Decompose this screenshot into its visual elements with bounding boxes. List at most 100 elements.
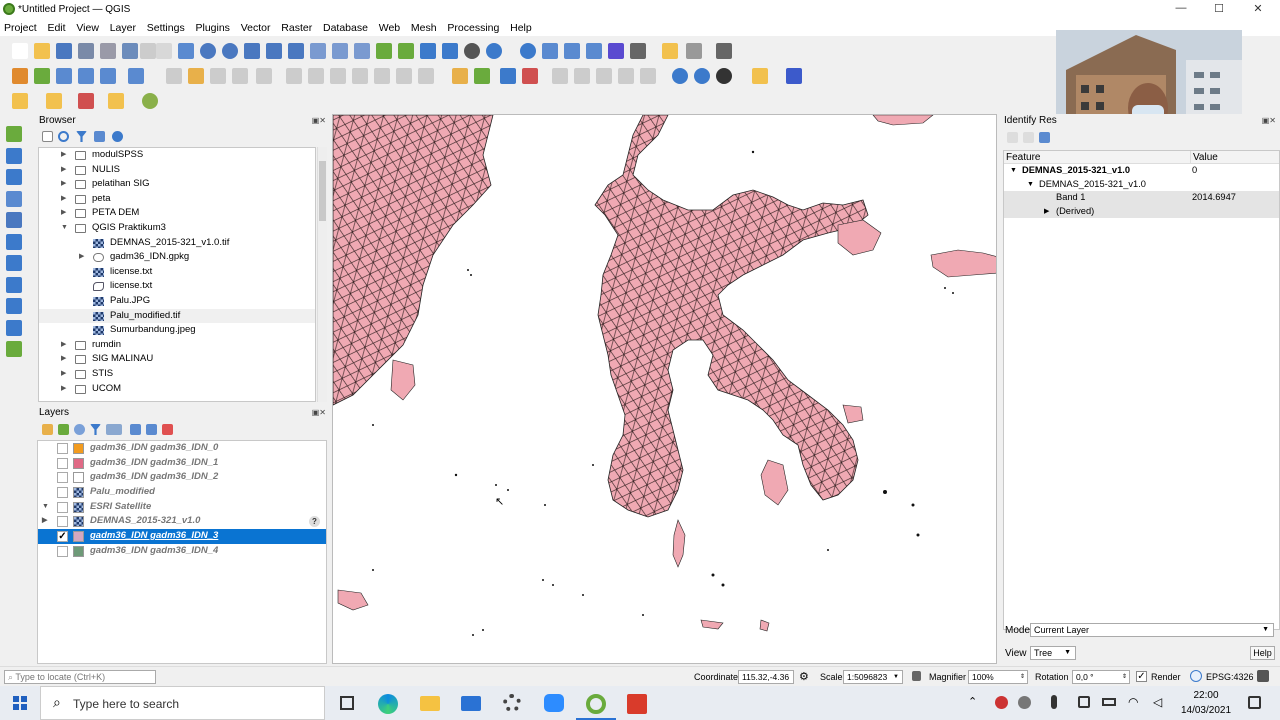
browser-item[interactable]: ▶ rumdin xyxy=(39,338,315,353)
layer-visibility-checkbox[interactable] xyxy=(57,487,68,499)
zoom-full-icon[interactable] xyxy=(244,43,260,59)
menu-settings[interactable]: Settings xyxy=(143,20,189,36)
menu-mesh[interactable]: Mesh xyxy=(407,20,441,36)
cut-features-icon[interactable] xyxy=(308,68,324,84)
annotation-icon[interactable] xyxy=(662,43,678,59)
layer-row[interactable]: Palu_modified xyxy=(38,485,326,500)
chevron-right-icon[interactable]: ▶ xyxy=(61,367,69,382)
windows-start-icon[interactable] xyxy=(13,696,27,710)
chevron-right-icon[interactable]: ▶ xyxy=(1044,205,1049,219)
zoom-in-icon[interactable] xyxy=(200,43,216,59)
add-wfs-layer-icon[interactable] xyxy=(6,319,22,336)
identify-panel-float-close-icons[interactable]: ▣✕ xyxy=(1262,116,1276,125)
redo-icon[interactable] xyxy=(396,68,412,84)
browser-item[interactable]: ▶ PETA DEM xyxy=(39,206,315,221)
browser-item[interactable]: ▼ QGIS Praktikum3 xyxy=(39,221,315,236)
crs-button[interactable]: EPSG:4326 xyxy=(1206,672,1254,682)
new-geopackage-icon[interactable] xyxy=(34,68,50,84)
collapse-tree-icon[interactable] xyxy=(1023,132,1034,143)
zoom-out-icon[interactable] xyxy=(222,43,238,59)
stepper-arrows-icon[interactable]: ⇕ xyxy=(1020,671,1025,683)
change-label-icon[interactable] xyxy=(596,68,612,84)
quickmapservices-icon[interactable] xyxy=(142,93,158,109)
layer-symbol-swatch[interactable] xyxy=(73,531,84,543)
wifi-icon[interactable]: ◠ xyxy=(1128,695,1138,709)
magnifier-stepper[interactable]: 100% ⇕ xyxy=(968,670,1028,684)
battery-icon[interactable] xyxy=(1102,698,1116,706)
save-edits-icon[interactable] xyxy=(210,68,226,84)
pan-to-selection-icon[interactable] xyxy=(178,43,194,59)
attribute-table-icon[interactable] xyxy=(542,43,558,59)
browser-item[interactable]: license.txt xyxy=(39,279,315,294)
help-contents-icon[interactable] xyxy=(786,68,802,84)
identify-row[interactable]: Band 1 2014.6947 xyxy=(1004,191,1279,205)
data-source-manager-icon[interactable] xyxy=(12,68,28,84)
add-wms-layer-icon[interactable] xyxy=(6,255,22,271)
browser-item[interactable]: ▶ NULIS xyxy=(39,163,315,178)
undo-icon[interactable] xyxy=(374,68,390,84)
layer-visibility-checkbox[interactable] xyxy=(57,501,68,513)
new-temporary-layer-icon[interactable] xyxy=(6,341,22,357)
layer-visibility-checkbox[interactable] xyxy=(57,443,68,454)
select-by-expression-icon[interactable] xyxy=(108,93,124,109)
value-column-header[interactable]: Value xyxy=(1190,151,1218,164)
pdf-reader-icon[interactable] xyxy=(627,694,647,714)
expand-new-icon[interactable] xyxy=(1039,132,1050,143)
feature-column-header[interactable]: Feature xyxy=(1006,151,1040,164)
usb-icon[interactable] xyxy=(1051,695,1057,709)
metasearch-icon[interactable] xyxy=(672,68,688,84)
python-console-icon[interactable] xyxy=(752,68,768,84)
menu-edit[interactable]: Edit xyxy=(43,20,69,36)
chevron-right-icon[interactable]: ▶ xyxy=(61,382,69,397)
chevron-right-icon[interactable]: ▶ xyxy=(61,177,69,192)
vertex-tool-icon[interactable] xyxy=(256,68,272,84)
add-delimited-text-icon[interactable] xyxy=(128,68,144,84)
tray-app-icon[interactable] xyxy=(1018,696,1031,709)
rotate-label-icon[interactable] xyxy=(574,68,590,84)
current-edits-icon[interactable] xyxy=(188,68,204,84)
add-vector-layer-icon[interactable] xyxy=(6,126,22,142)
clock-date[interactable]: 14/03/2021 xyxy=(1178,705,1234,716)
close-button[interactable]: ✕ xyxy=(1243,2,1273,18)
menu-layer[interactable]: Layer xyxy=(106,20,140,36)
refresh-icon[interactable] xyxy=(58,131,69,142)
menu-view[interactable]: View xyxy=(72,20,103,36)
style-manager-icon[interactable] xyxy=(140,43,156,59)
browser-item[interactable]: license.txt xyxy=(39,265,315,280)
rotation-stepper[interactable]: 0,0 ° ⇕ xyxy=(1072,670,1130,684)
layer-row[interactable]: ▶ DEMNAS_2015-321_v1.0? xyxy=(38,514,326,529)
chevron-right-icon[interactable]: ▶ xyxy=(61,352,69,367)
browser-item[interactable]: ▶ STIS xyxy=(39,367,315,382)
expand-all-icon[interactable] xyxy=(130,424,141,435)
show-bookmarks-icon[interactable] xyxy=(442,43,458,59)
layer-symbol-swatch[interactable] xyxy=(73,457,84,469)
label-abc-icon[interactable] xyxy=(452,68,468,84)
browser-item[interactable]: ▶ gadm36_IDN.gpkg xyxy=(39,250,315,265)
zoom-next-icon[interactable] xyxy=(354,43,370,59)
volume-icon[interactable]: ◁ xyxy=(1153,695,1162,709)
delete-selected-icon[interactable] xyxy=(286,68,302,84)
zoom-app-icon[interactable] xyxy=(544,694,564,712)
text-annotation-icon[interactable] xyxy=(716,43,732,59)
label-toolbar-icon[interactable] xyxy=(474,68,490,84)
layer-symbol-swatch[interactable] xyxy=(73,443,84,454)
toggle-editing-icon[interactable] xyxy=(166,68,182,84)
identify-results-table[interactable]: Feature Value ▼ DEMNAS_2015-321_v1.0 0 ▼ DEM… xyxy=(1003,150,1280,630)
chevron-right-icon[interactable]: ▶ xyxy=(79,250,87,265)
chevron-right-icon[interactable]: ▶ xyxy=(42,514,47,529)
qgis-taskbar-icon[interactable] xyxy=(586,694,606,714)
chevron-down-icon[interactable]: ▼ xyxy=(1010,164,1017,178)
zoom-last-icon[interactable] xyxy=(332,43,348,59)
add-delimited-text-layer-icon[interactable] xyxy=(6,190,22,207)
edge-icon[interactable] xyxy=(378,694,398,714)
toggle-extents-icon[interactable]: ⚙ xyxy=(799,670,809,683)
menu-raster[interactable]: Raster xyxy=(277,20,316,36)
onscreen-keyboard-icon[interactable] xyxy=(1078,696,1090,708)
layer-visibility-checkbox[interactable]: ✓ xyxy=(57,531,68,543)
maximize-button[interactable]: ☐ xyxy=(1204,2,1234,18)
add-spatialite-layer-icon[interactable] xyxy=(6,212,22,228)
raster-layer-icon[interactable] xyxy=(73,501,84,513)
add-virtual-layer-icon[interactable] xyxy=(6,233,22,250)
map-tips-icon[interactable] xyxy=(686,43,702,59)
layer-visibility-checkbox[interactable] xyxy=(57,516,68,528)
